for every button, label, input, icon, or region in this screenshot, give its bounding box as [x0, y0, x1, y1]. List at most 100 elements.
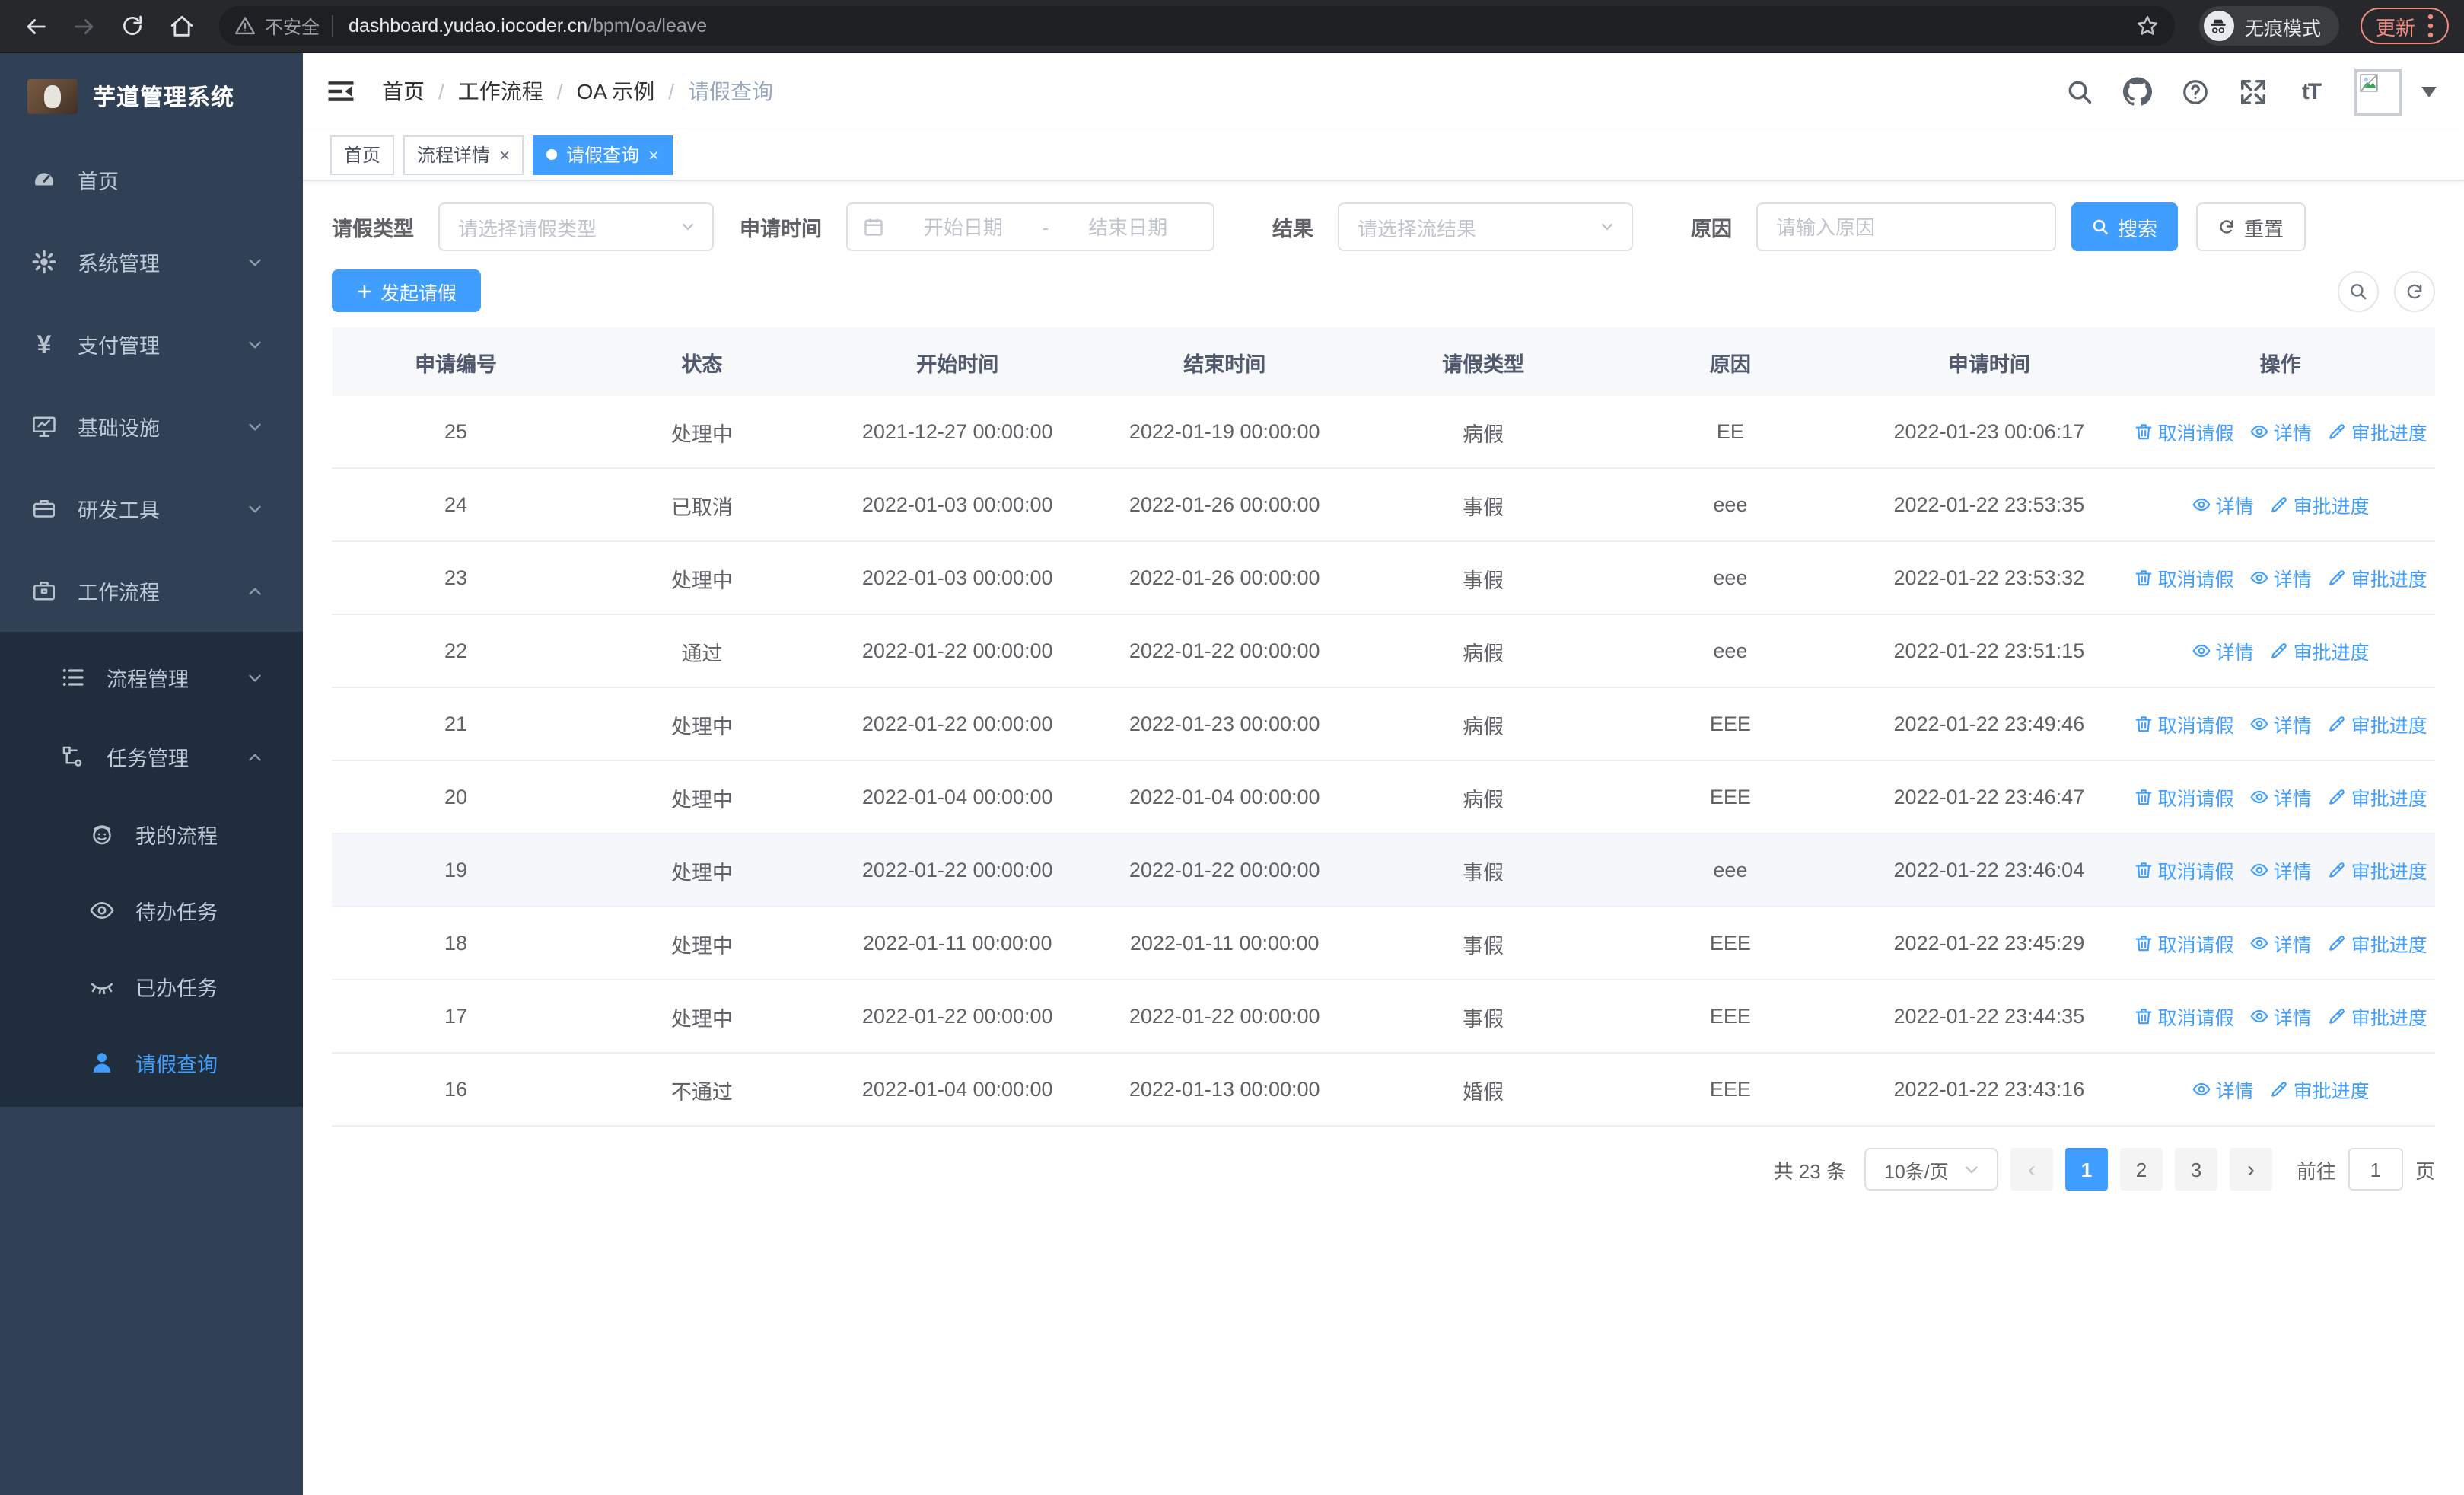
- action-cancel-link[interactable]: 取消请假: [2134, 1002, 2234, 1031]
- sidebar-item-已办任务[interactable]: 已办任务: [0, 948, 303, 1025]
- action-detail-link[interactable]: 详情: [2249, 709, 2312, 738]
- sidebar-item-研发工具[interactable]: 研发工具: [0, 467, 303, 550]
- github-icon[interactable]: [2123, 77, 2152, 106]
- sidebar-item-流程管理[interactable]: 流程管理: [0, 638, 303, 717]
- action-cancel-link[interactable]: 取消请假: [2134, 417, 2234, 446]
- action-progress-link[interactable]: 审批进度: [2269, 490, 2370, 519]
- prev-page-button[interactable]: ‹: [2010, 1148, 2053, 1191]
- tab-请假查询[interactable]: 请假查询 ×: [533, 135, 673, 174]
- forward-icon[interactable]: [64, 6, 103, 46]
- close-tab-icon[interactable]: ×: [499, 144, 510, 165]
- reset-button[interactable]: 重置: [2196, 202, 2306, 251]
- tab-bar: 首页 流程详情 × 请假查询 ×: [303, 129, 2464, 181]
- reload-icon[interactable]: [113, 6, 152, 46]
- page-button-2[interactable]: 2: [2119, 1148, 2163, 1191]
- sidebar-item-我的流程[interactable]: 我的流程: [0, 796, 303, 872]
- url-bar[interactable]: 不安全 dashboard.yudao.iocoder.cn /bpm/oa/l…: [219, 6, 2175, 46]
- sidebar-item-首页[interactable]: 首页: [0, 139, 303, 221]
- action-progress-link[interactable]: 审批进度: [2327, 856, 2427, 885]
- search-icon[interactable]: [2065, 77, 2094, 106]
- help-icon[interactable]: [2181, 77, 2210, 106]
- start-date-input[interactable]: [893, 215, 1033, 238]
- action-detail-link[interactable]: 详情: [2249, 929, 2312, 958]
- action-progress-link[interactable]: 审批进度: [2327, 709, 2427, 738]
- sidebar-item-工作流程[interactable]: 工作流程: [0, 550, 303, 632]
- table-cell: 处理中: [670, 715, 733, 738]
- action-cancel-link[interactable]: 取消请假: [2134, 856, 2234, 885]
- action-detail-link[interactable]: 详情: [2192, 1075, 2254, 1104]
- sidebar-menu: 首页 系统管理 ¥ 支付管理 基础设施 研发工具 工作流程 流程管理 任务管理 我的流程 待办任务已…: [0, 139, 303, 1495]
- table-cell: 处理中: [670, 788, 733, 811]
- sidebar-item-支付管理[interactable]: ¥ 支付管理: [0, 303, 303, 385]
- home-icon[interactable]: [161, 6, 201, 46]
- toggle-search-icon[interactable]: [2338, 270, 2379, 311]
- action-detail-link[interactable]: 详情: [2249, 417, 2312, 446]
- avatar[interactable]: [2354, 68, 2402, 115]
- reason-input[interactable]: [1776, 215, 2036, 238]
- breadcrumb-item[interactable]: 工作流程: [458, 76, 543, 107]
- apply-time-range-picker[interactable]: -: [846, 202, 1214, 251]
- fullscreen-icon[interactable]: [2239, 77, 2268, 106]
- user-menu-caret-icon[interactable]: [2421, 86, 2437, 97]
- breadcrumb-item[interactable]: OA 示例: [577, 76, 655, 107]
- breadcrumb-item[interactable]: 首页: [382, 76, 425, 107]
- table-cell: 不通过: [670, 1080, 733, 1103]
- table-cell: 2022-01-22 00:00:00: [861, 712, 1053, 735]
- table-cell: 2022-01-11 00:00:00: [1129, 932, 1320, 955]
- tab-首页[interactable]: 首页: [330, 135, 395, 174]
- app-logo[interactable]: 芋道管理系统: [0, 53, 303, 139]
- back-icon[interactable]: [15, 6, 55, 46]
- column-header: 状态: [681, 352, 723, 375]
- result-select[interactable]: 请选择流结果: [1338, 202, 1633, 251]
- collapse-sidebar-icon[interactable]: [324, 75, 358, 108]
- edit-icon: [2327, 422, 2347, 441]
- page-button-3[interactable]: 3: [2174, 1148, 2217, 1191]
- action-cancel-link[interactable]: 取消请假: [2134, 709, 2234, 738]
- action-progress-link[interactable]: 审批进度: [2327, 563, 2427, 592]
- browser-menu-dots-icon[interactable]: [2427, 14, 2434, 38]
- action-label: 审批进度: [2293, 496, 2370, 518]
- gear-icon: [30, 248, 58, 276]
- action-progress-link[interactable]: 审批进度: [2327, 1002, 2427, 1031]
- sidebar-item-label: 支付管理: [78, 335, 160, 358]
- sidebar-item-请假查询[interactable]: 请假查询: [0, 1025, 303, 1101]
- search-button[interactable]: 搜索: [2071, 202, 2178, 251]
- action-detail-link[interactable]: 详情: [2249, 783, 2312, 811]
- leave-type-select[interactable]: 请选择请假类型: [438, 202, 714, 251]
- action-detail-link[interactable]: 详情: [2192, 490, 2254, 519]
- action-progress-link[interactable]: 审批进度: [2269, 1075, 2370, 1104]
- bookmark-star-icon[interactable]: [2135, 14, 2160, 38]
- action-progress-link[interactable]: 审批进度: [2327, 783, 2427, 811]
- action-detail-link[interactable]: 详情: [2249, 1002, 2312, 1031]
- action-detail-link[interactable]: 详情: [2249, 563, 2312, 592]
- action-label: 审批进度: [2293, 1081, 2370, 1102]
- create-leave-button[interactable]: 发起请假: [332, 269, 481, 312]
- action-cancel-link[interactable]: 取消请假: [2134, 563, 2234, 592]
- end-date-input[interactable]: [1058, 215, 1198, 238]
- action-detail-link[interactable]: 详情: [2249, 856, 2312, 885]
- refresh-table-icon[interactable]: [2394, 270, 2435, 311]
- sidebar-item-任务管理[interactable]: 任务管理: [0, 717, 303, 796]
- sidebar-item-待办任务[interactable]: 待办任务: [0, 872, 303, 948]
- action-cancel-link[interactable]: 取消请假: [2134, 929, 2234, 958]
- update-button[interactable]: 更新: [2360, 8, 2449, 44]
- chevron-up-icon: [245, 747, 279, 767]
- table-cell: 2022-01-22 00:00:00: [861, 1005, 1053, 1028]
- sidebar-item-系统管理[interactable]: 系统管理: [0, 221, 303, 303]
- close-tab-icon[interactable]: ×: [648, 144, 659, 165]
- action-progress-link[interactable]: 审批进度: [2327, 417, 2427, 446]
- goto-page-input[interactable]: [2348, 1148, 2403, 1191]
- action-progress-link[interactable]: 审批进度: [2327, 929, 2427, 958]
- next-page-button[interactable]: ›: [2229, 1148, 2272, 1191]
- table-cell: 事假: [1463, 496, 1504, 518]
- action-cancel-link[interactable]: 取消请假: [2134, 783, 2234, 811]
- monitor-icon: [30, 413, 58, 440]
- sidebar-item-基础设施[interactable]: 基础设施: [0, 385, 303, 467]
- column-header: 申请编号: [415, 352, 498, 375]
- action-progress-link[interactable]: 审批进度: [2269, 636, 2370, 665]
- font-size-icon[interactable]: tT: [2297, 77, 2326, 106]
- tab-流程详情[interactable]: 流程详情 ×: [403, 135, 524, 174]
- page-size-select[interactable]: 10条/页: [1864, 1148, 1998, 1191]
- page-button-1[interactable]: 1: [2064, 1148, 2108, 1191]
- action-detail-link[interactable]: 详情: [2192, 636, 2254, 665]
